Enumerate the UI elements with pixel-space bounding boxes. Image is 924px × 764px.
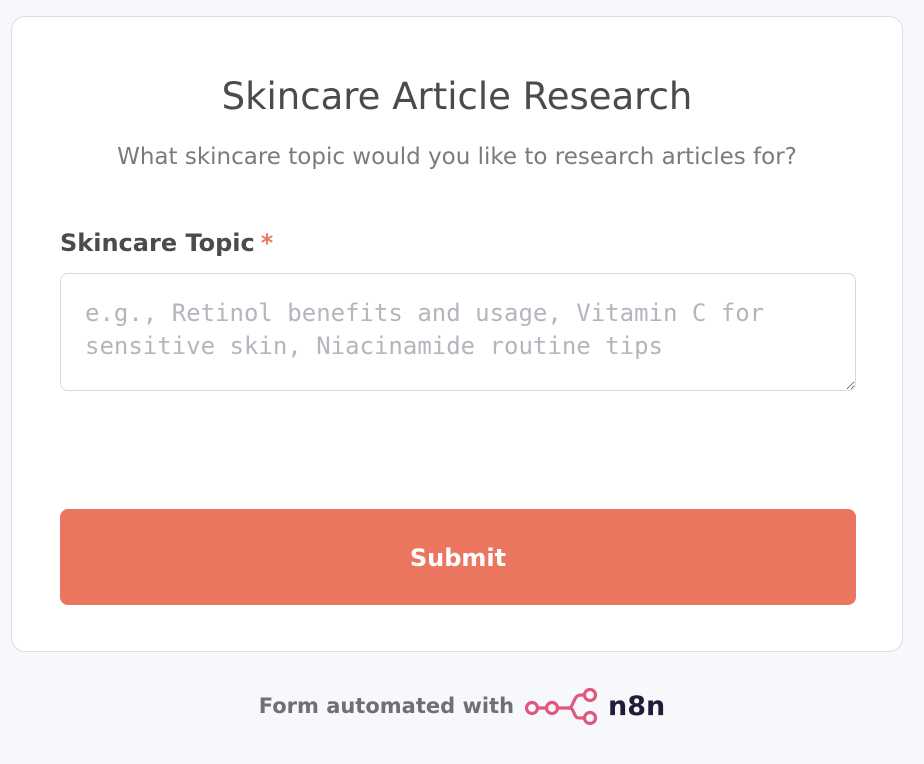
field-label-text: Skincare Topic [60, 229, 255, 257]
field-label: Skincare Topic * [60, 226, 273, 260]
form-card: Skincare Article Research What skincare … [11, 16, 903, 652]
skincare-topic-field-wrapper [60, 273, 856, 391]
form-subtitle: What skincare topic would you like to re… [117, 144, 797, 170]
required-marker: * [260, 229, 274, 257]
n8n-brand-link[interactable]: n8n [524, 686, 665, 726]
footer: Form automated with n8n [0, 686, 924, 726]
form-title: Skincare Article Research [221, 75, 693, 118]
n8n-brand-name: n8n [608, 690, 666, 722]
submit-button[interactable]: Submit [60, 509, 856, 605]
footer-text: Form automated with [258, 694, 515, 718]
skincare-topic-textarea[interactable] [60, 273, 856, 391]
n8n-logo-icon [524, 687, 598, 726]
